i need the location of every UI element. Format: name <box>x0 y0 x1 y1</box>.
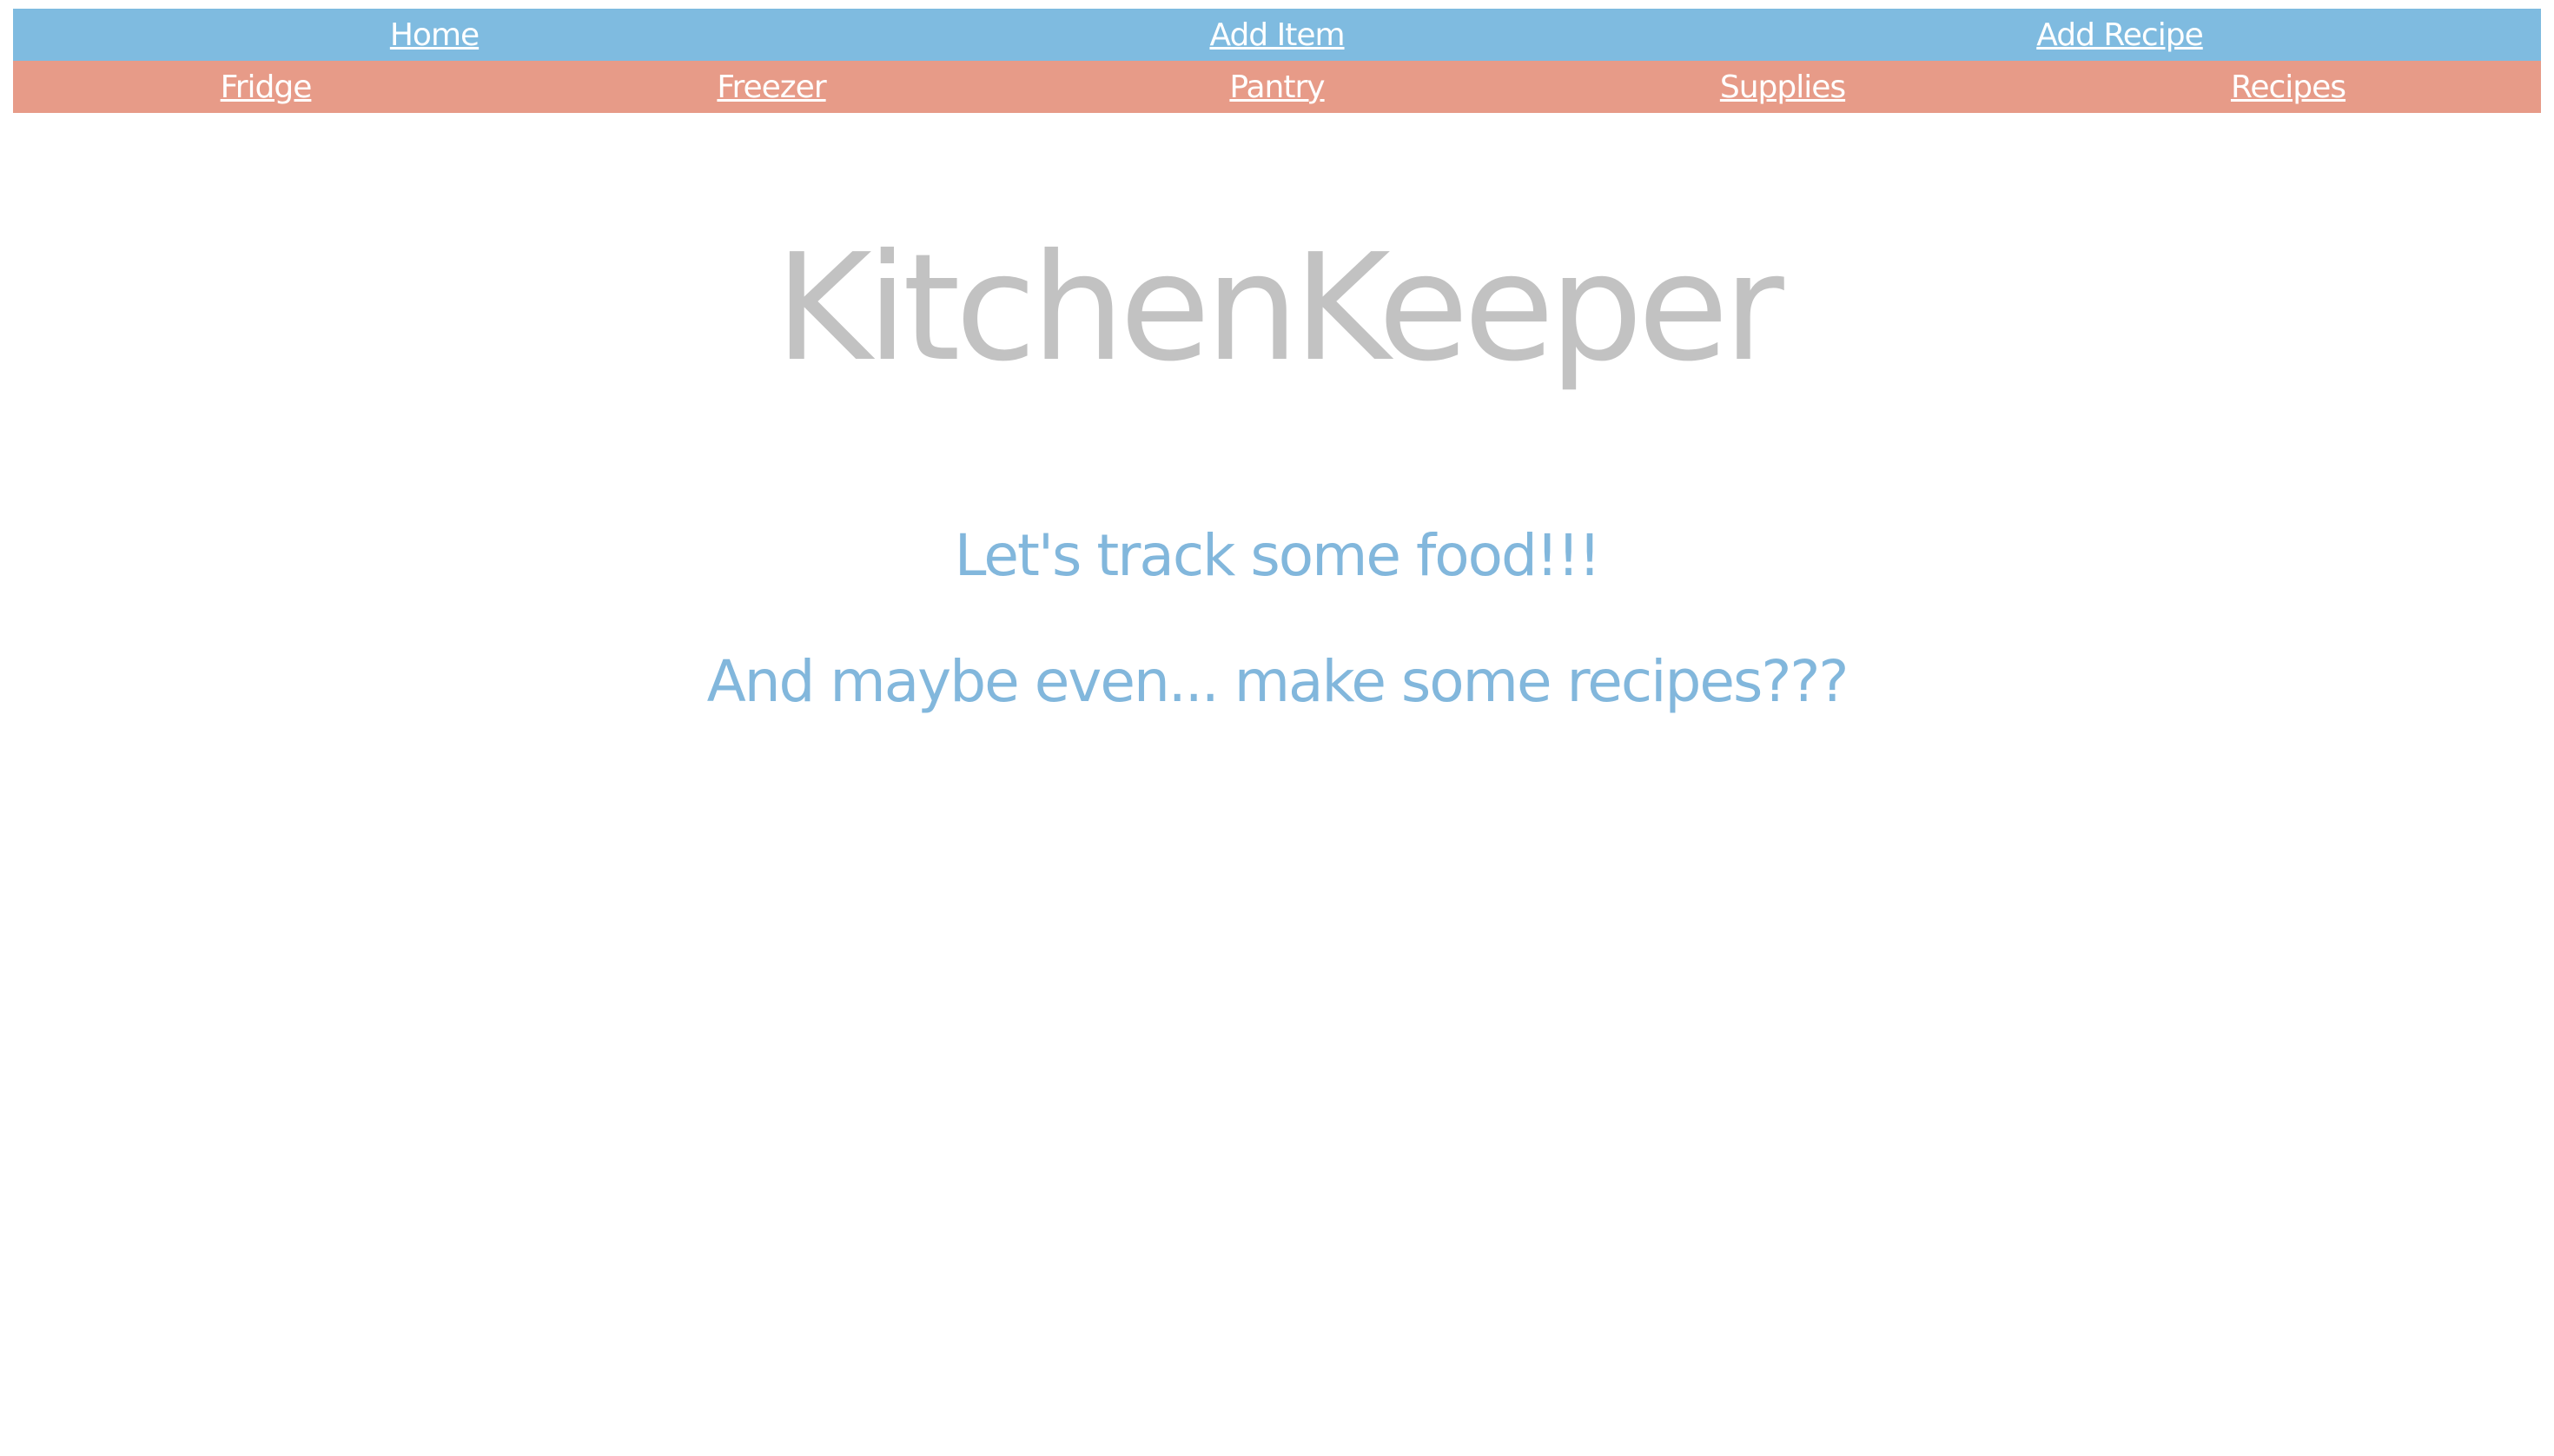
fridge-link[interactable]: Fridge <box>221 69 313 105</box>
primary-nav-bar: Home Add Item Add Recipe <box>13 9 2541 61</box>
secondary-nav-bar: Fridge Freezer Pantry Supplies Recipes <box>13 61 2541 113</box>
tagline-make-recipes: And maybe even... make some recipes??? <box>706 648 1849 715</box>
home-link[interactable]: Home <box>390 17 480 53</box>
nav-cell-fridge: Fridge <box>13 69 519 105</box>
nav-cell-recipes: Recipes <box>2035 69 2541 105</box>
nav-cell-pantry: Pantry <box>1024 69 1530 105</box>
nav-cell-add-recipe: Add Recipe <box>1698 17 2541 53</box>
page-title: KitchenKeeper <box>775 222 1784 394</box>
nav-cell-home: Home <box>13 17 856 53</box>
supplies-link[interactable]: Supplies <box>1720 69 1846 105</box>
nav-cell-freezer: Freezer <box>519 69 1024 105</box>
add-recipe-link[interactable]: Add Recipe <box>2036 17 2203 53</box>
nav-cell-add-item: Add Item <box>856 17 1698 53</box>
page: Home Add Item Add Recipe Fridge Freezer … <box>0 0 2554 1456</box>
pantry-link[interactable]: Pantry <box>1229 69 1325 105</box>
recipes-link[interactable]: Recipes <box>2231 69 2346 105</box>
tagline-track-food: Let's track some food!!! <box>954 522 1601 589</box>
add-item-link[interactable]: Add Item <box>1209 17 1345 53</box>
freezer-link[interactable]: Freezer <box>717 69 826 105</box>
nav-cell-supplies: Supplies <box>1530 69 2035 105</box>
